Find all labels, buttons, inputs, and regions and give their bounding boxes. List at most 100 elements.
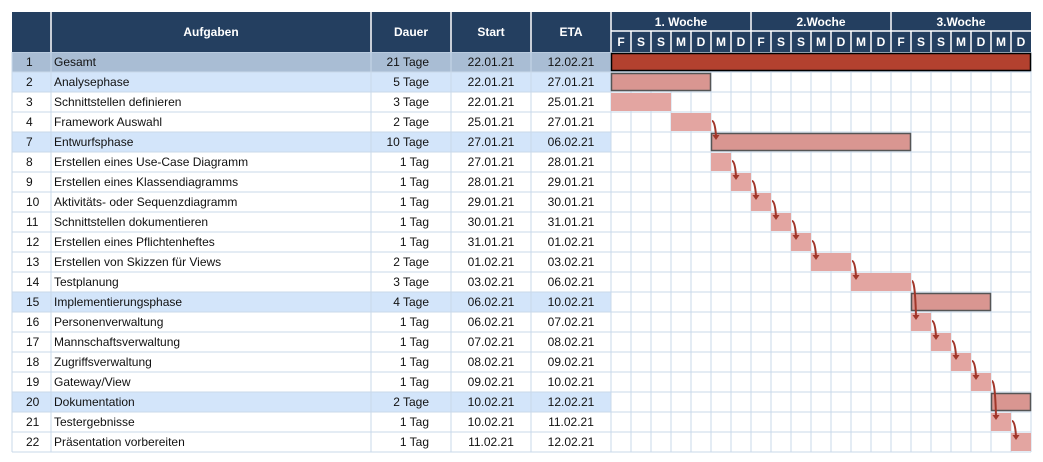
cell-id: 11 xyxy=(26,215,39,229)
cell-task: Erstellen von Skizzen für Views xyxy=(54,255,221,269)
cell-eta: 10.02.21 xyxy=(548,375,595,389)
gantt-bar xyxy=(711,153,731,171)
cell-duration: 3 Tage xyxy=(393,275,429,289)
cell-id: 16 xyxy=(26,315,40,329)
week-label: 1. Woche xyxy=(655,15,708,29)
cell-start: 27.01.21 xyxy=(468,135,515,149)
day-letter: F xyxy=(897,35,904,49)
cell-eta: 27.01.21 xyxy=(548,75,595,89)
cell-id: 21 xyxy=(26,415,40,429)
day-letter: M xyxy=(716,35,726,49)
cell-eta: 31.01.21 xyxy=(548,215,595,229)
cell-id: 4 xyxy=(26,115,33,129)
cell-start: 22.01.21 xyxy=(468,55,515,69)
cell-duration: 21 Tage xyxy=(387,55,430,69)
cell-id: 15 xyxy=(26,295,40,309)
cell-duration: 1 Tag xyxy=(400,215,429,229)
cell-eta: 25.01.21 xyxy=(548,95,595,109)
cell-eta: 12.02.21 xyxy=(548,395,595,409)
day-letter: S xyxy=(937,35,945,49)
cell-id: 9 xyxy=(26,175,33,189)
cell-duration: 2 Tage xyxy=(393,115,429,129)
cell-start: 30.01.21 xyxy=(468,215,515,229)
cell-duration: 2 Tage xyxy=(393,255,429,269)
column-header-eta: ETA xyxy=(559,25,582,39)
cell-task: Dokumentation xyxy=(54,395,135,409)
cell-eta: 30.01.21 xyxy=(548,195,595,209)
cell-task: Aktivitäts- oder Sequenzdiagramm xyxy=(54,195,237,209)
cell-task: Schnittstellen definieren xyxy=(54,95,181,109)
cell-start: 31.01.21 xyxy=(468,235,515,249)
cell-id: 7 xyxy=(26,135,33,149)
cell-eta: 06.02.21 xyxy=(548,135,595,149)
week-label: 3.Woche xyxy=(936,15,985,29)
cell-eta: 01.02.21 xyxy=(548,235,595,249)
day-letter: F xyxy=(757,35,764,49)
gantt-bar xyxy=(611,93,671,111)
cell-eta: 06.02.21 xyxy=(548,275,595,289)
cell-duration: 3 Tage xyxy=(393,95,429,109)
cell-duration: 5 Tage xyxy=(393,75,429,89)
gantt-bar xyxy=(910,292,992,312)
column-header-duration: Dauer xyxy=(394,25,428,39)
cell-duration: 4 Tage xyxy=(393,295,429,309)
gantt-bar xyxy=(710,132,912,152)
cell-start: 09.02.21 xyxy=(468,375,515,389)
cell-start: 07.02.21 xyxy=(468,335,515,349)
gantt-bar xyxy=(671,113,711,131)
cell-start: 06.02.21 xyxy=(468,295,515,309)
day-letter: D xyxy=(737,35,746,49)
cell-eta: 09.02.21 xyxy=(548,355,595,369)
cell-start: 06.02.21 xyxy=(468,315,515,329)
cell-start: 08.02.21 xyxy=(468,355,515,369)
cell-start: 25.01.21 xyxy=(468,115,515,129)
cell-id: 13 xyxy=(26,255,40,269)
day-letter: S xyxy=(657,35,665,49)
cell-start: 22.01.21 xyxy=(468,75,515,89)
cell-id: 17 xyxy=(26,335,40,349)
cell-eta: 12.02.21 xyxy=(548,435,595,449)
day-letter: M xyxy=(856,35,866,49)
day-letter: D xyxy=(1017,35,1026,49)
cell-task: Entwurfsphase xyxy=(54,135,134,149)
cell-eta: 28.01.21 xyxy=(548,155,595,169)
cell-start: 11.02.21 xyxy=(468,435,514,449)
day-letter: S xyxy=(777,35,785,49)
cell-id: 18 xyxy=(26,355,40,369)
cell-duration: 1 Tag xyxy=(400,355,429,369)
cell-start: 10.02.21 xyxy=(468,415,515,429)
week-label: 2.Woche xyxy=(796,15,845,29)
cell-id: 3 xyxy=(26,95,33,109)
cell-start: 03.02.21 xyxy=(468,275,515,289)
cell-id: 20 xyxy=(26,395,40,409)
cell-duration: 1 Tag xyxy=(400,335,429,349)
gantt-bar xyxy=(610,72,712,92)
gantt-chart: Aufgaben Dauer Start ETA 1. Woche 2.Woche 3.Wo… xyxy=(11,12,1032,453)
cell-id: 10 xyxy=(26,195,40,209)
gantt-bar xyxy=(990,392,1032,412)
cell-duration: 1 Tag xyxy=(400,315,429,329)
cell-task: Framework Auswahl xyxy=(54,115,162,129)
cell-duration: 1 Tag xyxy=(400,415,429,429)
day-letter: S xyxy=(797,35,805,49)
cell-task: Erstellen eines Use-Case Diagramm xyxy=(54,155,248,169)
cell-start: 01.02.21 xyxy=(468,255,515,269)
cell-task: Gateway/View xyxy=(54,375,131,389)
cell-start: 22.01.21 xyxy=(468,95,515,109)
cell-duration: 1 Tag xyxy=(400,175,429,189)
cell-duration: 1 Tag xyxy=(400,235,429,249)
cell-task: Personenverwaltung xyxy=(54,315,163,329)
cell-task: Erstellen eines Klassendiagramms xyxy=(54,175,238,189)
cell-eta: 27.01.21 xyxy=(548,115,595,129)
cell-eta: 11.02.21 xyxy=(548,415,594,429)
day-letter: S xyxy=(637,35,645,49)
cell-duration: 1 Tag xyxy=(400,375,429,389)
cell-id: 19 xyxy=(26,375,40,389)
cell-task: Analysephase xyxy=(54,75,130,89)
cell-task: Erstellen eines Pflichtenheftes xyxy=(54,235,215,249)
cell-start: 27.01.21 xyxy=(468,155,515,169)
cell-start: 29.01.21 xyxy=(468,195,515,209)
column-header-start: Start xyxy=(477,25,504,39)
cell-duration: 1 Tag xyxy=(400,435,429,449)
cell-duration: 1 Tag xyxy=(400,195,429,209)
